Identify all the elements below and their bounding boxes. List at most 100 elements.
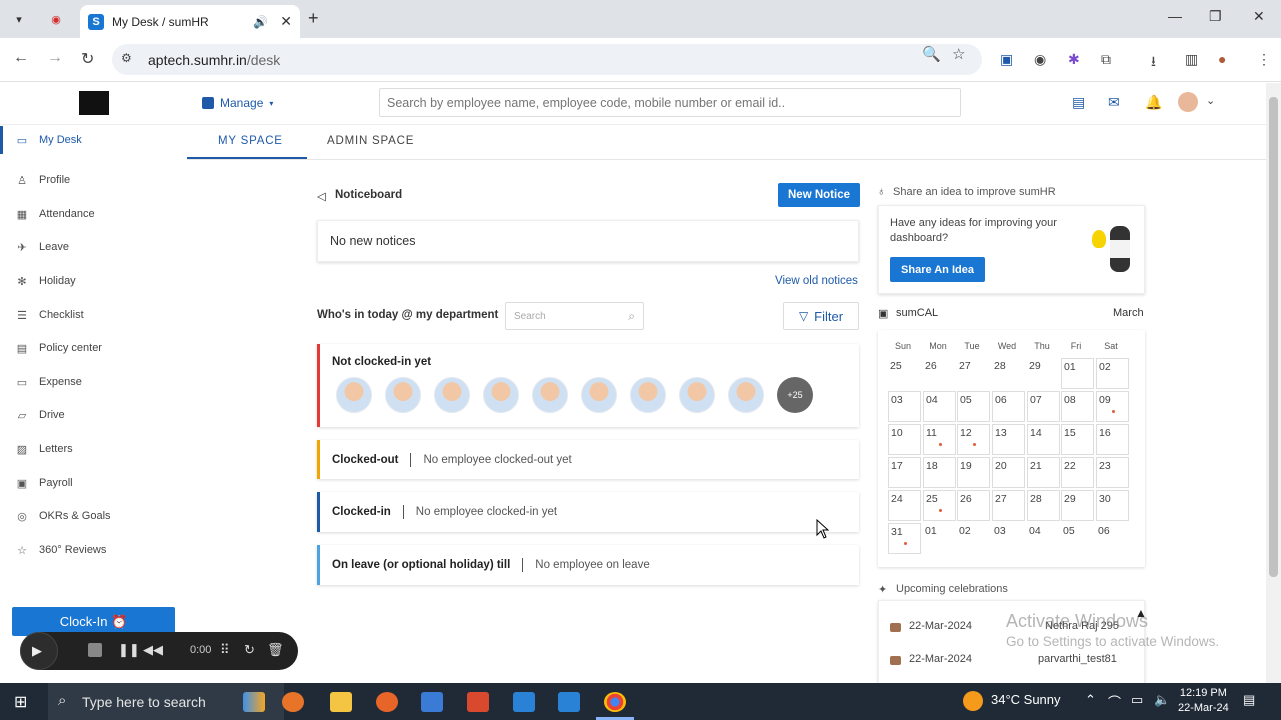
extensions-puzzle-icon[interactable]: ⧉ <box>1101 51 1111 68</box>
calendar-day[interactable]: 06 <box>992 391 1025 422</box>
calendar-dollar-icon[interactable]: ▤ <box>1072 94 1085 111</box>
calendar-day[interactable]: 14 <box>1027 424 1060 455</box>
minimize-icon[interactable]: — <box>1168 8 1182 24</box>
sidebar-item-checklist[interactable]: ☰ Checklist <box>0 301 187 329</box>
company-logo[interactable] <box>79 91 109 115</box>
page-scrollbar[interactable] <box>1266 83 1281 683</box>
calendar-day[interactable]: 28 <box>1027 490 1060 521</box>
mail-app-icon[interactable] <box>513 692 535 712</box>
more-employees-badge[interactable]: +25 <box>777 377 813 413</box>
extension-screen-icon[interactable]: ▣ <box>1000 51 1013 68</box>
calendar-day[interactable]: 20 <box>992 457 1025 488</box>
store-icon[interactable] <box>558 692 580 712</box>
recorder-camera-button[interactable]: ▶ <box>20 632 58 670</box>
firefox-icon[interactable] <box>376 692 398 712</box>
extension-badge-icon[interactable]: ✱ <box>1068 51 1080 68</box>
calendar-day[interactable]: 19 <box>957 457 990 488</box>
scrollbar-thumb[interactable] <box>1269 97 1278 577</box>
sidebar-item-leave[interactable]: ✈ Leave <box>0 233 187 261</box>
calendar-day[interactable]: 16 <box>1096 424 1129 455</box>
tab-search-chevron-icon[interactable]: ▾ <box>9 9 29 29</box>
office-icon[interactable] <box>467 692 489 712</box>
employee-avatar[interactable] <box>728 377 764 413</box>
calendar-day[interactable]: 30 <box>1096 490 1129 521</box>
calendar-day[interactable]: 01 <box>1061 358 1094 389</box>
calculator-icon[interactable] <box>421 692 443 712</box>
zoom-icon[interactable]: 🔍 <box>922 45 941 63</box>
mail-icon[interactable]: ✉ <box>1108 94 1120 111</box>
stop-icon[interactable] <box>88 643 102 657</box>
calendar-day[interactable]: 09 <box>1096 391 1129 422</box>
employee-search-input[interactable] <box>379 88 961 117</box>
employee-avatar[interactable] <box>630 377 666 413</box>
site-info-icon[interactable]: ⚙ <box>121 51 132 65</box>
widget-icon[interactable] <box>243 692 265 712</box>
user-avatar[interactable] <box>1178 92 1198 112</box>
rewind-icon[interactable]: ◀◀ <box>143 642 163 658</box>
sidebar-item-profile[interactable]: ♙ Profile <box>0 166 187 194</box>
employee-avatar[interactable] <box>434 377 470 413</box>
notifications-icon[interactable]: ▤ <box>1243 692 1255 708</box>
filter-button[interactable]: ▽ Filter <box>783 302 859 330</box>
back-icon[interactable]: ← <box>13 49 29 67</box>
download-icon[interactable]: ⭳ <box>1151 51 1156 75</box>
sidebar-item-letters[interactable]: ▨ Letters <box>0 435 187 463</box>
calendar-day[interactable]: 13 <box>992 424 1025 455</box>
celebration-name[interactable]: parvarthi_test81 <box>1038 653 1117 665</box>
sidebar-item-expense[interactable]: ▭ Expense <box>0 368 187 396</box>
sidebar-item-attendance[interactable]: ▦ Attendance <box>0 200 187 228</box>
sidebar-item-drive[interactable]: ▱ Drive <box>0 401 187 429</box>
calendar-day[interactable]: 08 <box>1061 391 1094 422</box>
employee-avatar[interactable] <box>679 377 715 413</box>
volume-icon[interactable]: 🔈 <box>1154 692 1170 708</box>
close-tab-icon[interactable]: ✕ <box>280 13 292 30</box>
employee-avatar[interactable] <box>336 377 372 413</box>
battery-icon[interactable]: ▭ <box>1131 692 1143 708</box>
sidebar-item-okrs-goals[interactable]: ◎ OKRs & Goals <box>0 502 187 530</box>
calendar-day[interactable]: 22 <box>1061 457 1094 488</box>
weather-text[interactable]: 34°C Sunny <box>991 692 1061 707</box>
network-icon[interactable]: ⌒ <box>1108 692 1121 711</box>
view-old-notices-link[interactable]: View old notices <box>775 275 858 287</box>
close-window-icon[interactable]: ✕ <box>1253 8 1265 25</box>
calendar-day[interactable]: 10 <box>888 424 921 455</box>
windows-start-icon[interactable]: ⊞ <box>14 692 27 712</box>
calendar-day[interactable]: 07 <box>1027 391 1060 422</box>
sidebar-item-holiday[interactable]: ✻ Holiday <box>0 267 187 295</box>
new-notice-button[interactable]: New Notice <box>778 183 860 207</box>
address-bar[interactable]: aptech.sumhr.in/desk <box>112 44 982 75</box>
chrome-icon[interactable] <box>604 692 626 712</box>
calendar-day[interactable]: 31 <box>888 523 921 554</box>
calendar-day[interactable]: 24 <box>888 490 921 521</box>
reload-icon[interactable]: ↻ <box>81 49 94 69</box>
forward-icon[interactable]: → <box>47 49 63 67</box>
calendar-day[interactable]: 17 <box>888 457 921 488</box>
new-tab-icon[interactable]: + <box>308 8 319 29</box>
calendar-day[interactable]: 29 <box>1061 490 1094 521</box>
tab-my-space[interactable]: MY SPACE <box>218 135 283 147</box>
calendar-day[interactable]: 11 <box>923 424 956 455</box>
calendar-day[interactable]: 15 <box>1061 424 1094 455</box>
sidebar-item-360-reviews[interactable]: ☆ 360° Reviews <box>0 536 187 564</box>
calendar-day[interactable]: 05 <box>957 391 990 422</box>
employee-avatar[interactable] <box>385 377 421 413</box>
side-panel-icon[interactable]: ▥ <box>1185 51 1198 68</box>
calendar-day[interactable]: 03 <box>888 391 921 422</box>
calendar-day[interactable]: 04 <box>923 391 956 422</box>
calendar-day[interactable]: 12 <box>957 424 990 455</box>
record-indicator-icon[interactable]: ◉ <box>46 9 66 29</box>
extension-camera-icon[interactable]: ◉ <box>1034 51 1046 68</box>
sidebar-item-my-desk[interactable]: ▭ My Desk <box>0 126 187 154</box>
calendar-day[interactable]: 21 <box>1027 457 1060 488</box>
tray-chevron-icon[interactable]: ⌃ <box>1085 692 1096 708</box>
sumcal-month[interactable]: March <box>1113 307 1144 319</box>
browser-menu-icon[interactable]: ⋮ <box>1257 51 1271 68</box>
calendar-day[interactable]: 27 <box>992 490 1025 521</box>
browser-tab-active[interactable]: S My Desk / sumHR 🔊 ✕ <box>80 5 300 38</box>
drag-handle-icon[interactable]: ⠿ <box>220 642 230 658</box>
notification-bell-icon[interactable]: 🔔 <box>1145 94 1162 111</box>
restore-icon[interactable]: ❐ <box>1209 8 1222 25</box>
profile-avatar-icon[interactable]: ● <box>1218 51 1226 67</box>
speaker-icon[interactable]: 🔊 <box>253 15 268 29</box>
employee-avatar[interactable] <box>483 377 519 413</box>
